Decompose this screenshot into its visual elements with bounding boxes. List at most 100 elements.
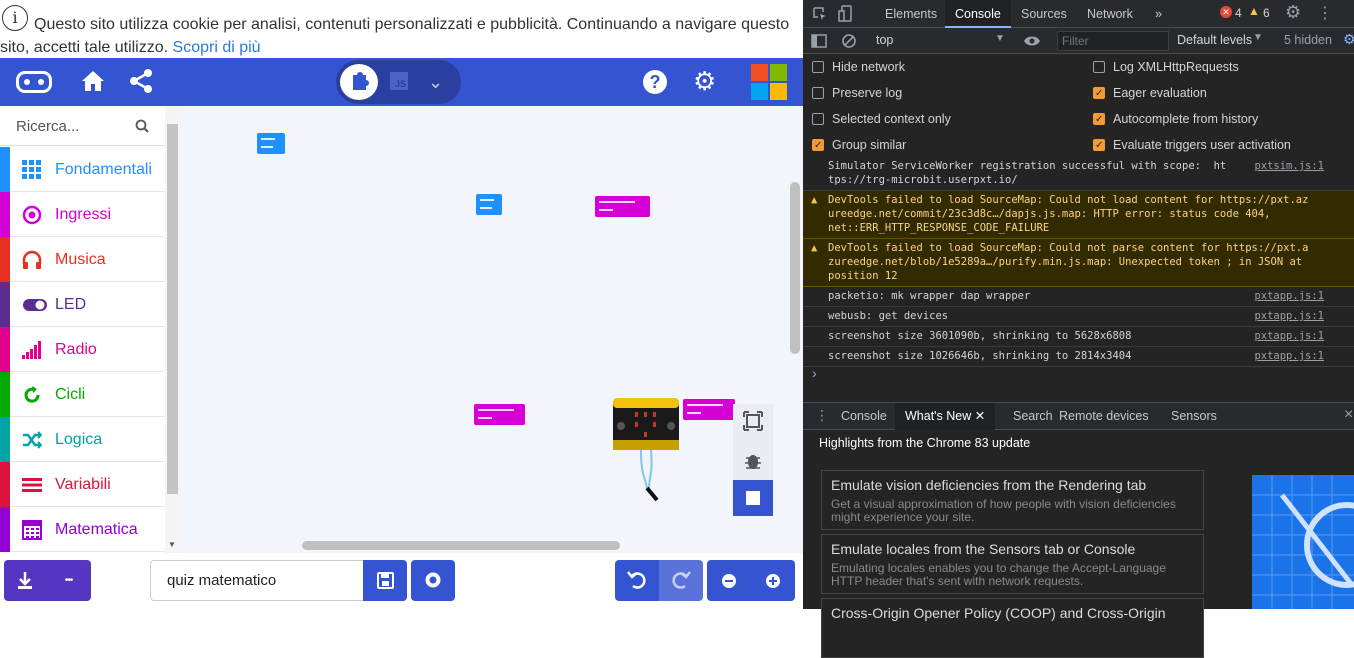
- toolbox-category-variabili[interactable]: Variabili: [0, 462, 165, 507]
- log-source-link[interactable]: pxtapp.js:1: [1254, 309, 1324, 323]
- checkbox[interactable]: [1093, 61, 1105, 73]
- toolbox-category-cicli[interactable]: Cicli: [0, 372, 165, 417]
- toolbox-category-matematica[interactable]: Matematica: [0, 507, 165, 552]
- cookie-learn-more-link[interactable]: Scopri di più: [173, 39, 261, 56]
- toolbox-search[interactable]: Ricerca...: [0, 106, 165, 146]
- save-button[interactable]: [363, 560, 407, 601]
- checkbox[interactable]: [1093, 136, 1105, 156]
- inspect-icon[interactable]: [812, 6, 828, 22]
- toolbox-category-fondamentali[interactable]: Fondamentali: [0, 147, 165, 192]
- code-block[interactable]: [476, 194, 502, 215]
- drawer-tab-remotedevices[interactable]: Remote devices: [1049, 403, 1159, 430]
- microsoft-logo-icon[interactable]: [751, 64, 787, 100]
- sidebar-toggle-icon[interactable]: [811, 33, 827, 49]
- console-prompt[interactable]: ›: [812, 365, 817, 381]
- devtools-tab-elements[interactable]: Elements: [875, 0, 947, 28]
- filter-input[interactable]: Filter: [1057, 31, 1169, 51]
- warning-count[interactable]: 6: [1263, 6, 1270, 20]
- checkbox[interactable]: [1093, 110, 1105, 130]
- devtools-tab-more[interactable]: »: [1145, 0, 1172, 28]
- drawer-tab-whatsnew[interactable]: What's New ✕: [895, 403, 996, 430]
- blocks-toggle-button[interactable]: [340, 64, 378, 100]
- undo-button[interactable]: [615, 560, 659, 601]
- github-button[interactable]: [411, 560, 455, 601]
- devtools-tab-network[interactable]: Network: [1077, 0, 1143, 28]
- zoom-out-button[interactable]: [707, 560, 751, 601]
- whats-new-card[interactable]: Emulate vision deficiencies from the Ren…: [821, 470, 1204, 530]
- home-icon[interactable]: [80, 68, 106, 94]
- whats-new-card[interactable]: Cross-Origin Opener Policy (COOP) and Cr…: [821, 598, 1204, 658]
- project-name-input[interactable]: quiz matematico: [150, 560, 363, 601]
- microbit-simulator[interactable]: [613, 396, 683, 508]
- device-toolbar-icon[interactable]: [838, 5, 854, 23]
- checkbox[interactable]: [812, 61, 824, 73]
- code-block[interactable]: [683, 399, 735, 420]
- checkbox[interactable]: [812, 87, 824, 99]
- fullscreen-icon[interactable]: [733, 404, 773, 440]
- stop-button[interactable]: [733, 480, 773, 516]
- list-icon: [22, 478, 42, 492]
- drawer-tab-console[interactable]: Console: [831, 403, 897, 430]
- devtools-tab-console[interactable]: Console: [945, 0, 1011, 28]
- code-block[interactable]: [257, 133, 285, 154]
- log-levels-select[interactable]: Default levels: [1177, 33, 1252, 47]
- drawer-menu-icon[interactable]: ⋮: [815, 407, 829, 424]
- log-source-link[interactable]: pxtapp.js:1: [1254, 289, 1324, 303]
- log-source-link[interactable]: pxtapp.js:1: [1254, 329, 1324, 343]
- log-source-link[interactable]: pxtsim.js:1: [1254, 159, 1324, 173]
- hidden-count: 5 hidden: [1284, 33, 1332, 47]
- checkbox[interactable]: [812, 113, 824, 125]
- code-block[interactable]: [595, 196, 650, 217]
- checkbox[interactable]: [812, 136, 824, 156]
- log-text: packetio: mk wrapper dap wrapper: [828, 290, 1031, 302]
- editor-toggle: JS ⌄: [336, 60, 461, 104]
- warning-icon: ▲: [1248, 4, 1260, 18]
- toolbox-category-ingressi[interactable]: Ingressi: [0, 192, 165, 237]
- category-color-bar: [0, 327, 10, 372]
- settings-gear-icon[interactable]: ⚙: [1343, 31, 1354, 48]
- log-source-link[interactable]: pxtapp.js:1: [1254, 349, 1324, 363]
- toolbox-category-logica[interactable]: Logica: [0, 417, 165, 462]
- workspace-horizontal-scrollbar[interactable]: [302, 541, 620, 550]
- clear-console-icon[interactable]: [841, 33, 857, 49]
- bug-icon[interactable]: [733, 442, 773, 478]
- devtools-tab-sources[interactable]: Sources: [1011, 0, 1077, 28]
- error-count[interactable]: 4: [1235, 6, 1242, 20]
- toolbox-scrollbar[interactable]: ▼: [165, 106, 181, 553]
- search-icon[interactable]: [135, 119, 149, 133]
- zoom-in-button[interactable]: [751, 560, 795, 601]
- code-block[interactable]: [474, 404, 525, 425]
- tab-close-icon[interactable]: ✕: [975, 409, 985, 423]
- checkbox[interactable]: [1093, 84, 1105, 104]
- drawer-tab-sensors[interactable]: Sensors: [1161, 403, 1227, 430]
- download-button[interactable]: [4, 560, 46, 601]
- toolbox-category-radio[interactable]: Radio: [0, 327, 165, 372]
- levels-arrow-icon[interactable]: ▼: [1253, 32, 1263, 43]
- help-icon[interactable]: ?: [643, 70, 667, 94]
- drawer-close-icon[interactable]: ×: [1344, 406, 1353, 424]
- dropdown-arrow-icon[interactable]: ▼: [995, 33, 1005, 44]
- microbit-logo-icon[interactable]: [16, 71, 52, 93]
- calculator-icon: [22, 520, 42, 540]
- context-select[interactable]: top: [876, 33, 893, 47]
- gear-icon[interactable]: ⚙: [1285, 2, 1301, 23]
- workspace-vertical-scrollbar[interactable]: [790, 182, 800, 354]
- kebab-menu-icon[interactable]: ⋮: [1317, 3, 1333, 23]
- category-color-bar: [0, 417, 10, 462]
- gear-icon[interactable]: ⚙: [693, 68, 716, 94]
- redo-button[interactable]: [659, 560, 703, 601]
- category-label: Ingressi: [55, 206, 112, 223]
- whats-new-card[interactable]: Emulate locales from the Sensors tab or …: [821, 534, 1204, 594]
- toolbox-category-led[interactable]: LED: [0, 282, 165, 327]
- chevron-down-icon[interactable]: ⌄: [428, 72, 443, 93]
- toolbox-category-musica[interactable]: Musica: [0, 237, 165, 282]
- more-button[interactable]: •••: [46, 560, 91, 601]
- zoom-in-icon: [766, 574, 780, 588]
- eye-icon[interactable]: [1023, 34, 1041, 48]
- search-input[interactable]: Ricerca...: [16, 118, 79, 135]
- log-text: DevTools failed to load SourceMap: Could…: [828, 242, 1309, 282]
- javascript-toggle-button[interactable]: JS: [390, 72, 408, 90]
- blocks-workspace[interactable]: [181, 106, 803, 553]
- share-icon[interactable]: [128, 68, 154, 94]
- console-log-message: screenshot size 1026646b, shrinking to 2…: [803, 347, 1354, 367]
